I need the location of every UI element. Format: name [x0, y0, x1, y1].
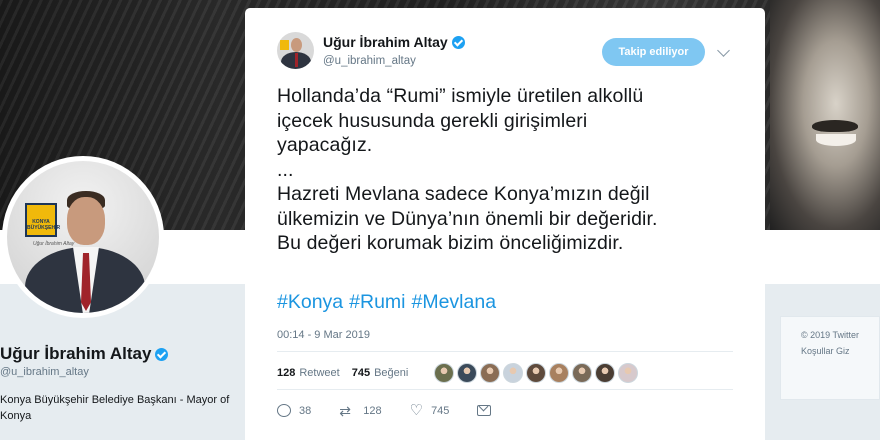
chevron-down-icon[interactable]: [717, 44, 730, 57]
profile-avatar[interactable]: KONYA BÜYÜKŞEHİR Uğur İbrahim Altay: [2, 156, 164, 318]
tweet-line: ülkemizin ve Dünya’nın önemli bir değeri…: [277, 207, 658, 230]
liker-avatar[interactable]: [549, 363, 570, 383]
liker-avatar[interactable]: [618, 363, 639, 383]
liker-avatar[interactable]: [457, 363, 478, 383]
liker-avatar[interactable]: [572, 363, 593, 383]
divider: [277, 389, 733, 390]
hashtag-link[interactable]: #Rumi: [349, 291, 405, 314]
author-name[interactable]: Uğur İbrahim Altay: [323, 34, 465, 50]
profile-handle[interactable]: @u_ibrahim_altay: [0, 366, 89, 378]
like-count: 745: [431, 404, 450, 417]
liker-avatar[interactable]: [595, 363, 616, 383]
author-avatar[interactable]: [277, 32, 314, 69]
tweet-line: Bu değeri korumak bizim önceliğimizdir.: [277, 232, 624, 254]
like-stat-label: Beğeni: [374, 367, 409, 379]
retweet-stat[interactable]: 128 Retweet: [277, 367, 340, 379]
profile-name-text: Uğur İbrahim Altay: [0, 344, 152, 363]
footer-copyright: © 2019 Twitter: [801, 330, 859, 340]
hashtag-link[interactable]: #Mevlana: [412, 291, 497, 314]
like-button[interactable]: ♡ 745: [409, 401, 450, 419]
reply-icon: [277, 404, 291, 417]
tweet-author[interactable]: Uğur İbrahim Altay @u_ibrahim_altay: [277, 32, 465, 69]
reply-count: 38: [299, 404, 312, 417]
liker-avatar[interactable]: [526, 363, 547, 383]
like-stat-count: 745: [351, 367, 371, 379]
retweet-button[interactable]: ⇄ 128: [339, 402, 382, 419]
tweet-line: içecek hususunda gerekli girişimleri: [277, 109, 588, 132]
retweet-count: 128: [363, 404, 382, 417]
author-avatar-head: [291, 38, 302, 52]
author-name-text[interactable]: Uğur İbrahim Altay: [323, 34, 448, 50]
tweet-line: Hollanda’da “Rumi” ismiyle üretilen alko…: [277, 85, 644, 107]
portrait-mustache: [812, 120, 858, 132]
divider: [277, 351, 733, 352]
avatar-head: [67, 197, 105, 245]
avatar-signature: Uğur İbrahim Altay: [33, 241, 75, 247]
author-handle[interactable]: @u_ibrahim_altay: [323, 55, 465, 67]
tweet-timestamp[interactable]: 00:14 - 9 Mar 2019: [277, 329, 370, 341]
author-avatar-logo: [280, 40, 289, 50]
envelope-icon: [477, 405, 492, 416]
banner-portrait: [770, 0, 880, 230]
verified-badge-icon: [155, 347, 169, 361]
retweet-stat-label: Retweet: [299, 367, 340, 379]
heart-icon: ♡: [409, 401, 424, 419]
liker-avatar[interactable]: [434, 363, 455, 383]
author-text: Uğur İbrahim Altay @u_ibrahim_altay: [323, 34, 465, 67]
tweet-line: yapacağız.: [277, 134, 373, 156]
tweet-stats: 128 Retweet 745 Beğeni: [277, 363, 639, 383]
verified-badge-icon: [451, 35, 465, 49]
tweet-card: Uğur İbrahim Altay @u_ibrahim_altay Taki…: [245, 8, 765, 440]
portrait-smile: [816, 134, 856, 146]
hashtag-list: #Konya #Rumi #Mevlana: [277, 291, 496, 314]
liker-avatar[interactable]: [503, 363, 524, 383]
tweet-line: ...: [277, 158, 294, 181]
reply-button[interactable]: 38: [277, 404, 311, 417]
liker-avatars: [434, 363, 639, 383]
tweet-line: Hazreti Mevlana sadece Konya’mızın değil: [277, 183, 650, 205]
footer-links[interactable]: Koşullar Giz: [801, 343, 879, 359]
retweet-stat-count: 128: [277, 367, 296, 379]
retweet-icon: ⇄: [339, 402, 351, 419]
liker-avatar[interactable]: [480, 363, 501, 383]
tweet-text: Hollanda’da “Rumi” ismiyle üretilen alko…: [277, 84, 747, 256]
like-stat[interactable]: 745 Beğeni: [352, 367, 409, 379]
footer-links-panel: © 2019 Twitter Koşullar Giz: [780, 316, 880, 400]
profile-avatar-image: KONYA BÜYÜKŞEHİR Uğur İbrahim Altay: [7, 161, 159, 313]
following-button[interactable]: Takip ediliyor: [602, 38, 705, 66]
hashtag-link[interactable]: #Konya: [277, 291, 343, 314]
konya-logo: KONYA BÜYÜKŞEHİR: [25, 203, 60, 237]
tweet-actions: 38 ⇄ 128 ♡ 745: [277, 401, 519, 419]
profile-name: Uğur İbrahim Altay: [0, 344, 169, 364]
author-avatar-tie: [295, 53, 298, 67]
direct-message-button[interactable]: [477, 405, 492, 416]
profile-bio: Konya Büyükşehir Belediye Başkanı - Mayo…: [0, 394, 230, 422]
